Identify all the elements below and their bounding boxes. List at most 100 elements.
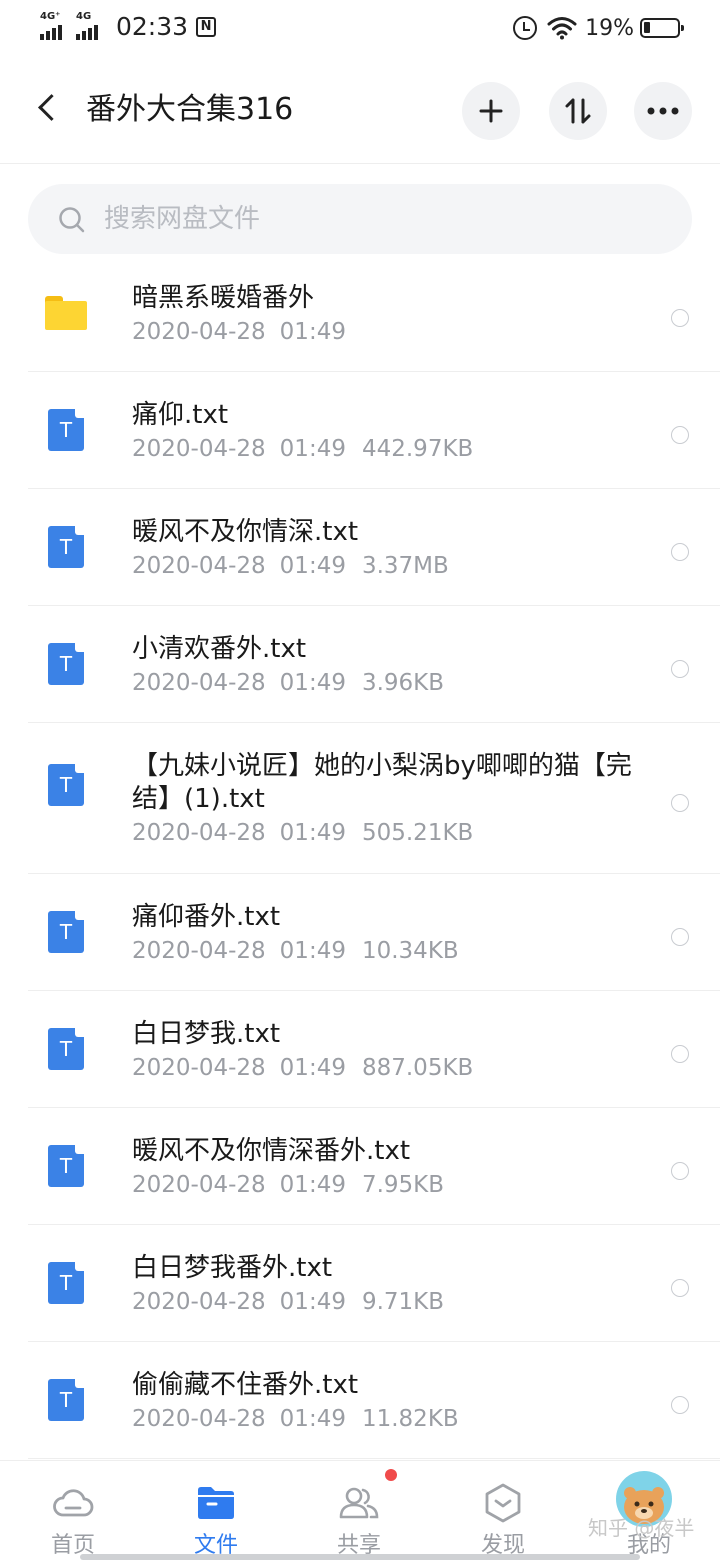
network-type-1: 4G⁺ — [40, 11, 61, 22]
file-row[interactable]: T 偷偷藏不住番外.txt 2020-04-28 01:49 11.82KB — [0, 1342, 720, 1459]
file-time: 01:49 — [279, 820, 346, 846]
status-time: 02:33 — [116, 12, 189, 41]
add-button[interactable] — [462, 82, 520, 140]
file-size: 11.82KB — [361, 1406, 459, 1432]
file-name: 痛仰.txt — [132, 400, 229, 430]
file-time: 01:49 — [279, 1289, 346, 1315]
select-radio[interactable] — [671, 542, 689, 561]
file-row[interactable]: T 痛仰番外.txt 2020-04-28 01:49 10.34KB — [0, 874, 720, 991]
file-time: 01:49 — [279, 553, 346, 579]
select-radio[interactable] — [671, 425, 689, 444]
alarm-icon — [513, 16, 538, 40]
file-size: 10.34KB — [361, 938, 459, 964]
text-file-icon: T — [48, 1145, 84, 1187]
nav-files[interactable]: 文件 — [161, 1461, 271, 1560]
folder-icon — [45, 296, 87, 330]
select-radio[interactable] — [671, 1161, 689, 1180]
file-meta: 2020-04-28 01:49 9.71KB — [132, 1287, 444, 1317]
file-time: 01:49 — [279, 938, 346, 964]
text-file-icon: T — [48, 1028, 84, 1070]
users-icon — [339, 1487, 379, 1519]
select-radio[interactable] — [671, 1278, 689, 1297]
file-name: 小清欢番外.txt — [132, 634, 307, 664]
text-file-icon: T — [48, 526, 84, 568]
select-radio[interactable] — [671, 793, 689, 812]
file-size: 442.97KB — [361, 436, 474, 462]
file-name: 【九妹小说匠】她的小梨涡by唧唧的猫【完结】(1).txt — [132, 751, 632, 814]
cloud-icon — [53, 1489, 94, 1517]
folder-row[interactable]: 暗黑系暖婚番外 2020-04-28 01:49 — [0, 255, 720, 372]
home-indicator[interactable] — [80, 1554, 640, 1560]
file-meta: 2020-04-28 01:49 505.21KB — [132, 818, 473, 848]
battery-icon — [640, 18, 684, 38]
file-date: 2020-04-28 — [132, 436, 266, 462]
file-meta: 2020-04-28 01:49 11.82KB — [132, 1404, 459, 1434]
file-row[interactable]: T 【九妹小说匠】她的小梨涡by唧唧的猫【完结】(1).txt 2020-04-28… — [0, 723, 720, 874]
text-file-icon: T — [48, 1379, 84, 1421]
text-file-icon: T — [48, 409, 84, 451]
more-icon — [647, 107, 679, 115]
back-button[interactable] — [28, 88, 68, 132]
nav-discover[interactable]: 发现 — [448, 1461, 558, 1560]
top-app-bar: 番外大合集316 — [0, 56, 720, 164]
file-size: 7.95KB — [361, 1172, 445, 1198]
file-date: 2020-04-28 — [132, 938, 266, 964]
row-divider — [28, 1458, 720, 1459]
select-radio[interactable] — [671, 659, 689, 678]
file-date: 2020-04-28 — [132, 820, 266, 846]
file-row[interactable]: T 小清欢番外.txt 2020-04-28 01:49 3.96KB — [0, 606, 720, 723]
search-icon — [59, 207, 85, 233]
file-name: 暖风不及你情深番外.txt — [132, 1136, 411, 1166]
nfc-icon: N — [196, 17, 217, 37]
file-name: 偷偷藏不住番外.txt — [132, 1370, 359, 1400]
notification-badge — [385, 1469, 397, 1481]
select-radio[interactable] — [671, 1395, 689, 1414]
file-time: 01:49 — [279, 436, 346, 462]
file-time: 01:49 — [279, 1172, 346, 1198]
file-row[interactable]: T 白日梦我番外.txt 2020-04-28 01:49 9.71KB — [0, 1225, 720, 1342]
file-size: 3.37MB — [361, 553, 449, 579]
file-date: 2020-04-28 — [132, 1172, 266, 1198]
file-meta: 2020-04-28 01:49 — [132, 317, 346, 347]
file-date: 2020-04-28 — [132, 1289, 266, 1315]
file-row[interactable]: T 暖风不及你情深.txt 2020-04-28 01:49 3.37MB — [0, 489, 720, 606]
folder-icon — [198, 1487, 234, 1519]
file-size: 3.96KB — [361, 670, 445, 696]
status-bar: 4G⁺ 4G 02:33 N 19% — [0, 0, 720, 56]
network-type-2: 4G — [76, 11, 92, 22]
file-meta: 2020-04-28 01:49 3.37MB — [132, 551, 449, 581]
file-meta: 2020-04-28 01:49 10.34KB — [132, 936, 459, 966]
file-name: 暗黑系暖婚番外 — [132, 283, 315, 313]
status-left: 4G⁺ 4G 02:33 N — [40, 11, 217, 42]
signal-icon-sim2: 4G — [76, 12, 110, 42]
text-file-icon: T — [48, 764, 84, 806]
file-meta: 2020-04-28 01:49 3.96KB — [132, 668, 444, 698]
wifi-icon — [547, 17, 577, 40]
search-input[interactable] — [104, 197, 664, 241]
watermark: 知乎 @夜半 — [588, 1516, 695, 1540]
text-file-icon: T — [48, 1262, 84, 1304]
select-radio[interactable] — [671, 927, 689, 946]
file-size: 887.05KB — [361, 1055, 474, 1081]
page-title: 番外大合集316 — [86, 92, 294, 127]
hexagon-icon — [485, 1483, 521, 1523]
nav-home[interactable]: 首页 — [18, 1461, 128, 1560]
file-meta: 2020-04-28 01:49 887.05KB — [132, 1053, 473, 1083]
select-radio[interactable] — [671, 1044, 689, 1063]
file-row[interactable]: T 痛仰.txt 2020-04-28 01:49 442.97KB — [0, 372, 720, 489]
text-file-icon: T — [48, 643, 84, 685]
file-name: 白日梦我番外.txt — [132, 1253, 333, 1283]
bottom-nav: 首页 文件 共享 发现 我的 — [0, 1460, 720, 1560]
select-radio[interactable] — [671, 308, 689, 327]
more-button[interactable] — [634, 82, 692, 140]
sort-button[interactable] — [549, 82, 607, 140]
file-row[interactable]: T 暖风不及你情深番外.txt 2020-04-28 01:49 7.95KB — [0, 1108, 720, 1225]
file-row[interactable]: T 白日梦我.txt 2020-04-28 01:49 887.05KB — [0, 991, 720, 1108]
nav-me[interactable]: 我的 — [594, 1461, 704, 1560]
file-size: 505.21KB — [361, 820, 474, 846]
file-time: 01:49 — [279, 319, 346, 345]
search-bar[interactable] — [28, 184, 692, 254]
file-date: 2020-04-28 — [132, 670, 266, 696]
nav-share[interactable]: 共享 — [304, 1461, 414, 1560]
file-name: 白日梦我.txt — [132, 1019, 281, 1049]
